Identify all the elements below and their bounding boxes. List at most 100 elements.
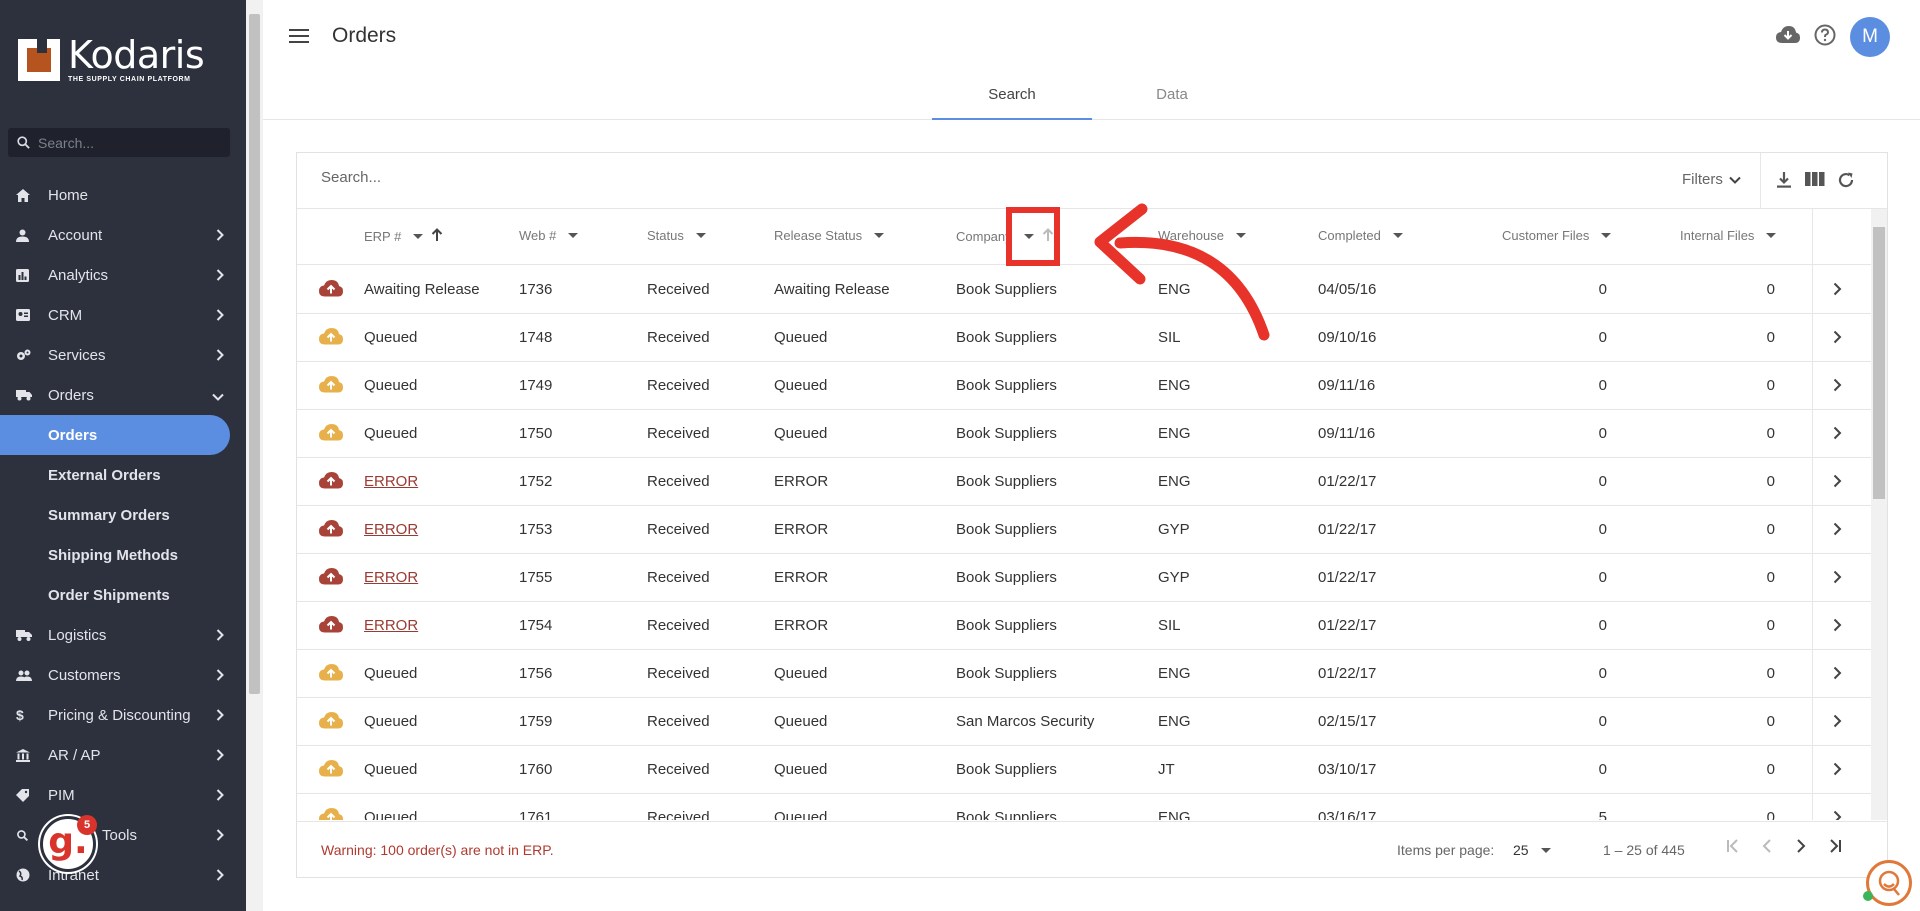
sidebar-item-pricing[interactable]: $ Pricing & Discounting xyxy=(0,695,246,735)
previous-page-icon[interactable] xyxy=(1759,838,1775,859)
column-header-erp[interactable]: ERP # xyxy=(364,228,443,245)
sidebar-subitem-external-orders[interactable]: External Orders xyxy=(0,455,246,495)
cell-warehouse: ENG xyxy=(1158,473,1191,490)
row-chevron-right-icon[interactable] xyxy=(1833,522,1842,540)
table-row[interactable]: ERROR 1753 Received ERROR Book Suppliers GYP 0… xyxy=(297,506,1871,554)
row-chevron-right-icon[interactable] xyxy=(1833,714,1842,732)
help-icon[interactable] xyxy=(1814,24,1836,51)
cell-erp[interactable]: ERROR xyxy=(364,521,418,538)
cell-status: Received xyxy=(647,617,710,634)
sidebar-item-account[interactable]: Account xyxy=(0,215,246,255)
last-page-icon[interactable] xyxy=(1827,838,1843,859)
row-chevron-right-icon[interactable] xyxy=(1833,330,1842,348)
cell-erp: Queued xyxy=(364,761,418,778)
cell-web: 1760 xyxy=(519,761,553,778)
table-scrollbar[interactable] xyxy=(1871,209,1887,820)
sort-caret-icon[interactable] xyxy=(695,233,706,238)
sidebar-scrollbar[interactable] xyxy=(246,0,263,911)
cell-internal-files: 0 xyxy=(1766,521,1775,538)
sidebar-subitem-summary-orders[interactable]: Summary Orders xyxy=(0,495,246,535)
table-row[interactable]: ERROR 1752 Received ERROR Book Suppliers ENG 0… xyxy=(297,458,1871,506)
sidebar-item-intranet[interactable]: Intranet xyxy=(0,855,246,895)
top-bar: Orders M Search Data xyxy=(263,0,1920,120)
sidebar-item-customers[interactable]: Customers xyxy=(0,655,246,695)
column-header-internal-files[interactable]: Internal Files xyxy=(1680,228,1777,243)
sidebar-search-input[interactable] xyxy=(38,134,218,151)
column-header-customer-files[interactable]: Customer Files xyxy=(1502,228,1612,243)
sidebar-subitem-order-shipments[interactable]: Order Shipments xyxy=(0,575,246,615)
sort-caret-icon[interactable] xyxy=(568,233,579,238)
table-row[interactable]: ERROR 1754 Received ERROR Book Suppliers SIL 0… xyxy=(297,602,1871,650)
sidebar-item-logistics[interactable]: Logistics xyxy=(0,615,246,655)
sidebar-item-ar-ap[interactable]: AR / AP xyxy=(0,735,246,775)
cell-company: Book Suppliers xyxy=(956,809,1057,820)
sort-caret-icon[interactable] xyxy=(1601,233,1612,238)
avatar[interactable]: M xyxy=(1850,17,1890,57)
filters-dropdown[interactable]: Filters xyxy=(1682,171,1741,188)
table-row[interactable]: Queued 1759 Received Queued San Marcos Secur… xyxy=(297,698,1871,746)
cell-status: Received xyxy=(647,713,710,730)
row-chevron-right-icon[interactable] xyxy=(1833,426,1842,444)
cell-warehouse: GYP xyxy=(1158,569,1190,586)
sort-caret-icon[interactable] xyxy=(874,233,885,238)
chat-support-button[interactable] xyxy=(1863,860,1912,906)
row-chevron-right-icon[interactable] xyxy=(1833,282,1842,300)
sidebar-item-pim[interactable]: PIM xyxy=(0,775,246,815)
table-row[interactable]: Queued 1760 Received Queued Book Suppliers JT… xyxy=(297,746,1871,794)
next-page-icon[interactable] xyxy=(1793,838,1809,859)
gainsight-badge[interactable]: g. 5 xyxy=(40,815,97,872)
cell-erp[interactable]: ERROR xyxy=(364,569,418,586)
table-row[interactable]: Queued 1761 Received Queued Book Suppliers EN… xyxy=(297,794,1871,820)
row-chevron-right-icon[interactable] xyxy=(1833,762,1842,780)
first-page-icon[interactable] xyxy=(1725,838,1741,859)
menu-icon[interactable] xyxy=(289,28,309,49)
cell-customer-files: 0 xyxy=(1598,617,1607,634)
row-chevron-right-icon[interactable] xyxy=(1833,810,1842,820)
sidebar-item-orders[interactable]: Orders xyxy=(0,375,246,415)
download-icon[interactable] xyxy=(1775,171,1793,194)
cell-erp[interactable]: ERROR xyxy=(364,473,418,490)
cell-erp[interactable]: ERROR xyxy=(364,617,418,634)
column-header-status[interactable]: Status xyxy=(647,228,706,243)
column-header-completed[interactable]: Completed xyxy=(1318,228,1403,243)
sidebar-subitem-orders[interactable]: Orders xyxy=(0,415,230,455)
sidebar-item-services[interactable]: Services xyxy=(0,335,246,375)
columns-icon[interactable] xyxy=(1805,171,1825,194)
items-per-page-select[interactable]: 25 xyxy=(1513,842,1551,858)
table-row[interactable]: Queued 1749 Received Queued Book Suppliers EN… xyxy=(297,362,1871,410)
column-header-release-status[interactable]: Release Status xyxy=(774,228,885,243)
row-chevron-right-icon[interactable] xyxy=(1833,570,1842,588)
cell-erp: Queued xyxy=(364,809,418,820)
search-icon xyxy=(8,135,38,150)
sidebar-item-crm[interactable]: CRM xyxy=(0,295,246,335)
table-row[interactable]: Queued 1750 Received Queued Book Suppliers EN… xyxy=(297,410,1871,458)
row-chevron-right-icon[interactable] xyxy=(1833,666,1842,684)
row-chevron-right-icon[interactable] xyxy=(1833,618,1842,636)
row-chevron-right-icon[interactable] xyxy=(1833,378,1842,396)
sort-caret-icon[interactable] xyxy=(1392,233,1403,238)
sort-caret-icon[interactable] xyxy=(1766,233,1777,238)
sidebar-subitem-shipping-methods[interactable]: Shipping Methods xyxy=(0,535,246,575)
sidebar-item-label: Account xyxy=(48,226,103,244)
bank-icon xyxy=(16,748,48,762)
sidebar-item-analytics[interactable]: Analytics xyxy=(0,255,246,295)
cloud-download-icon[interactable] xyxy=(1776,25,1800,49)
tab-data[interactable]: Data xyxy=(1092,76,1252,120)
arrow-up-icon[interactable] xyxy=(431,228,443,245)
column-header-web[interactable]: Web # xyxy=(519,228,579,243)
cell-erp: Queued xyxy=(364,425,418,442)
table-search-input[interactable] xyxy=(321,169,821,186)
tab-search[interactable]: Search xyxy=(932,76,1092,120)
table-row[interactable]: ERROR 1755 Received ERROR Book Suppliers GYP 0… xyxy=(297,554,1871,602)
cell-warehouse: GYP xyxy=(1158,521,1190,538)
refresh-icon[interactable] xyxy=(1837,171,1855,194)
sidebar-item-tools[interactable]: Tools xyxy=(0,815,246,855)
table-row[interactable]: Queued 1756 Received Queued Book Suppliers EN… xyxy=(297,650,1871,698)
cloud-upload-icon xyxy=(319,760,343,781)
sidebar-item-home[interactable]: Home xyxy=(0,175,246,215)
cell-release: Queued xyxy=(774,425,828,442)
kodaris-logo[interactable]: Kodaris THE SUPPLY CHAIN PLATFORM xyxy=(18,36,205,83)
cell-release: Queued xyxy=(774,377,828,394)
row-chevron-right-icon[interactable] xyxy=(1833,474,1842,492)
sort-caret-icon[interactable] xyxy=(413,234,424,239)
